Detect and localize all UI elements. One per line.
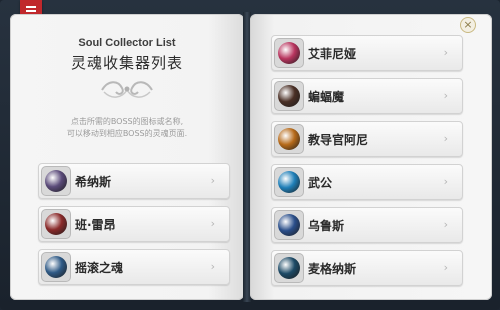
title-english: Soul Collector List — [78, 37, 176, 49]
instruction-line-2: 可以移动到相应BOSS的灵魂页面. — [66, 129, 188, 138]
boss-item-bat-demon[interactable]: 蝙蝠魔 › — [271, 78, 463, 114]
boss-item-mu-gong[interactable]: 武公 › — [271, 164, 463, 200]
boss-name: 乌鲁斯 — [308, 219, 345, 233]
portrait-orb — [278, 257, 300, 279]
title-chinese: 灵魂收集器列表 — [70, 54, 183, 72]
portrait-orb — [278, 128, 300, 150]
portrait-orb — [278, 214, 300, 236]
boss-name: 希纳斯 — [75, 175, 112, 189]
instruction-text: 点击所需的BOSS的图标或名称, 可以移动到相应BOSS的灵魂页面. — [10, 116, 244, 140]
boss-item-ephenia[interactable]: 艾菲尼娅 › — [271, 35, 463, 71]
boss-item-arkarium[interactable]: 教导官阿尼 › — [271, 121, 463, 157]
chevron-right-icon: › — [210, 174, 215, 187]
chevron-right-icon: › — [443, 261, 448, 274]
boss-name: 蝙蝠魔 — [308, 90, 345, 104]
mu-gong-portrait-icon — [274, 167, 304, 197]
bat-demon-portrait-icon — [274, 81, 304, 111]
instruction-line-1: 点击所需的BOSS的图标或名称, — [70, 117, 184, 126]
magnus-portrait-icon — [274, 253, 304, 283]
portrait-orb — [45, 256, 67, 278]
portrait-orb — [45, 213, 67, 235]
ornament-icon — [101, 81, 153, 98]
chevron-right-icon: › — [443, 175, 448, 188]
cygnus-portrait-icon — [41, 166, 71, 196]
portrait-orb — [278, 42, 300, 64]
portrait-orb — [45, 170, 67, 192]
boss-name: 武公 — [308, 176, 333, 190]
chevron-right-icon: › — [443, 218, 448, 231]
instructor-arkarium-portrait-icon — [274, 124, 304, 154]
chevron-right-icon: › — [210, 260, 215, 273]
chevron-right-icon: › — [443, 89, 448, 102]
boss-name: 摇滚之魂 — [75, 261, 124, 275]
boss-name: 教导官阿尼 — [308, 133, 369, 147]
chevron-right-icon: › — [443, 46, 448, 59]
close-icon[interactable]: × — [460, 17, 476, 33]
portrait-orb — [278, 85, 300, 107]
rock-spirit-portrait-icon — [41, 252, 71, 282]
boss-item-cygnus[interactable]: 希纳斯 › — [38, 163, 230, 199]
boss-item-von-leon[interactable]: 班·雷昂 › — [38, 206, 230, 242]
boss-item-rock-spirit[interactable]: 摇滚之魂 › — [38, 249, 230, 285]
von-leon-portrait-icon — [41, 209, 71, 239]
ephenia-portrait-icon — [274, 38, 304, 68]
collector-window: × Soul Collector List 灵魂收集器列表 点击所需的BOSS的… — [0, 0, 500, 310]
urus-portrait-icon — [274, 210, 304, 240]
boss-item-magnus[interactable]: 麦格纳斯 › — [271, 250, 463, 286]
boss-name: 班·雷昂 — [75, 218, 116, 232]
boss-item-urus[interactable]: 乌鲁斯 › — [271, 207, 463, 243]
chevron-right-icon: › — [443, 132, 448, 145]
boss-name: 麦格纳斯 — [308, 262, 357, 276]
portrait-orb — [278, 171, 300, 193]
boss-name: 艾菲尼娅 — [308, 47, 357, 61]
chevron-right-icon: › — [210, 217, 215, 230]
